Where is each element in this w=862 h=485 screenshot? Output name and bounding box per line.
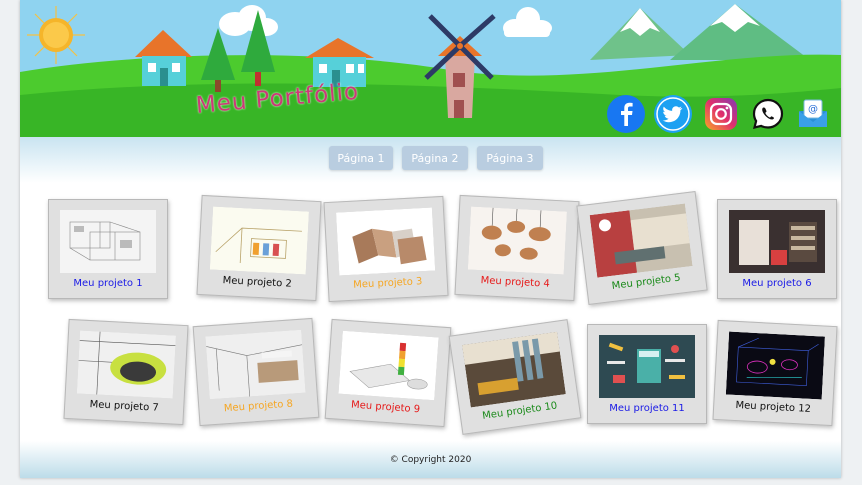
project-card-8[interactable]: Meu projeto 8 <box>192 317 320 427</box>
project-thumbnail-1 <box>60 210 156 273</box>
project-label-8: Meu projeto 8 <box>223 398 294 415</box>
project-thumbnail-2 <box>209 206 309 275</box>
project-card-6[interactable]: Meu projeto 6 <box>717 199 837 299</box>
project-card-11[interactable]: Meu projeto 11 <box>587 324 707 424</box>
email-icon[interactable]: @ <box>794 95 832 133</box>
project-thumbnail-5 <box>589 203 693 278</box>
project-card-9[interactable]: Meu projeto 9 <box>324 318 452 428</box>
whatsapp-icon[interactable] <box>749 95 787 133</box>
project-label-3: Meu projeto 3 <box>352 276 423 291</box>
project-card-3[interactable]: Meu projeto 3 <box>323 195 449 303</box>
project-label-12: Meu projeto 12 <box>735 399 812 415</box>
svg-text:@: @ <box>808 104 818 115</box>
project-label-4: Meu projeto 4 <box>480 275 551 290</box>
project-card-7[interactable]: Meu projeto 7 <box>63 318 189 426</box>
facebook-icon[interactable] <box>607 95 645 133</box>
project-thumbnail-7 <box>76 330 176 399</box>
twitter-icon[interactable] <box>654 95 692 133</box>
project-card-12[interactable]: Meu projeto 12 <box>712 319 838 427</box>
project-thumbnail-8 <box>205 329 306 400</box>
project-card-4[interactable]: Meu projeto 4 <box>454 194 580 302</box>
project-label-9: Meu projeto 9 <box>350 399 421 416</box>
project-thumbnail-6 <box>729 210 825 273</box>
copyright-text: © Copyright 2020 <box>389 455 472 465</box>
nav-page-3[interactable]: Página 3 <box>477 146 543 170</box>
project-label-2: Meu projeto 2 <box>222 275 293 290</box>
instagram-icon[interactable] <box>702 95 740 133</box>
project-label-11: Meu projeto 11 <box>609 403 685 414</box>
header-banner: Meu Portfólio @ <box>20 0 841 137</box>
project-thumbnail-3 <box>336 207 436 276</box>
project-card-1[interactable]: Meu projeto 1 <box>48 199 168 299</box>
project-card-5[interactable]: Meu projeto 5 <box>576 191 708 305</box>
project-label-6: Meu projeto 6 <box>742 278 812 289</box>
nav-page-2[interactable]: Página 2 <box>402 146 468 170</box>
footer: © Copyright 2020 <box>20 441 841 478</box>
project-thumbnail-9 <box>338 330 439 401</box>
nav-page-1[interactable]: Página 1 <box>329 146 393 170</box>
project-label-7: Meu projeto 7 <box>89 399 160 414</box>
navigation-bar: Página 1 Página 2 Página 3 <box>20 137 841 183</box>
project-label-1: Meu projeto 1 <box>73 278 143 289</box>
project-thumbnail-11 <box>599 335 695 398</box>
project-card-2[interactable]: Meu projeto 2 <box>196 194 322 302</box>
project-card-10[interactable]: Meu projeto 10 <box>448 319 582 435</box>
page: Meu Portfólio @ Página 1 Página 2 Página… <box>20 0 841 478</box>
project-thumbnail-10 <box>462 331 566 408</box>
project-thumbnail-4 <box>467 206 567 275</box>
project-thumbnail-12 <box>725 331 825 400</box>
sun-icon <box>27 6 85 64</box>
